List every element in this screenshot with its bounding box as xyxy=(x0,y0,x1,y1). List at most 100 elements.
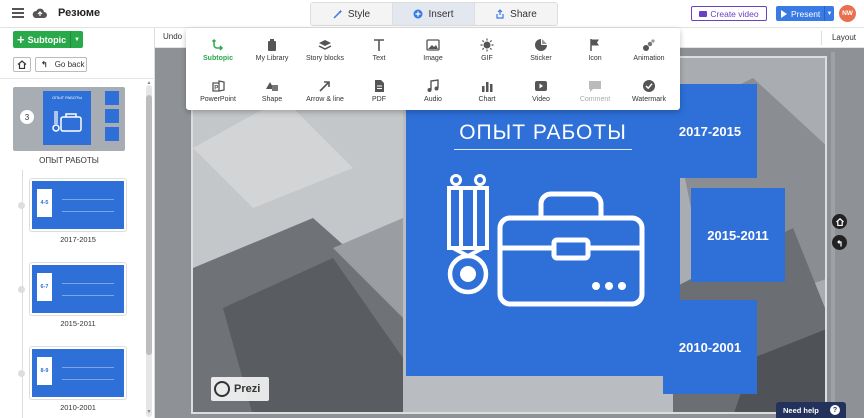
need-help-button[interactable]: Need help ? xyxy=(776,402,846,418)
home-icon xyxy=(17,60,27,69)
back-arrow-icon xyxy=(836,239,842,246)
insert-animation[interactable]: Animation xyxy=(619,30,679,64)
sticker-icon xyxy=(534,37,548,53)
insert-shape[interactable]: Shape xyxy=(242,71,302,105)
insert-item-label: Comment xyxy=(579,96,611,103)
top-bar: Резюме Style Insert Share Create video P… xyxy=(0,0,864,28)
subtopic-label: 2015-2011 xyxy=(60,319,96,328)
chevron-down-icon[interactable]: ▼ xyxy=(70,31,83,48)
play-icon xyxy=(781,9,787,18)
insert-item-label: PDF xyxy=(372,96,386,103)
insert-gif[interactable]: GIF xyxy=(457,30,517,64)
video-camera-icon xyxy=(699,10,708,17)
library-icon xyxy=(266,37,278,53)
sidebar: + Subtopic ▼ ↰ Go back ОПЫТ РАБОТЫ 3 ОПЫ… xyxy=(0,28,155,418)
image-icon xyxy=(426,37,440,53)
subtopic-item[interactable]: 8-9 2010-2001 xyxy=(18,347,126,412)
go-back-label: Go back xyxy=(54,60,85,69)
gif-icon xyxy=(480,37,494,53)
placeholder-line xyxy=(62,379,114,380)
insert-text[interactable]: Text xyxy=(349,30,409,64)
thumbnail-mini-card xyxy=(105,109,119,123)
insert-pdf[interactable]: PDF xyxy=(349,71,409,105)
tab-share[interactable]: Share xyxy=(475,3,557,25)
menu-icon[interactable] xyxy=(12,8,24,18)
insert-image[interactable]: Image xyxy=(403,30,463,64)
subtopic-item[interactable]: 6-7 2015-2011 xyxy=(18,263,126,328)
cloud-icon xyxy=(32,8,47,18)
home-view-button[interactable] xyxy=(832,214,847,229)
thumbnail-mini-card xyxy=(105,91,119,105)
create-video-button[interactable]: Create video xyxy=(691,6,767,21)
thumbnail-card: ОПЫТ РАБОТЫ xyxy=(43,91,91,145)
insert-item-label: Shape xyxy=(261,96,283,103)
title-underline xyxy=(454,149,632,150)
music-icon xyxy=(426,78,440,94)
present-button[interactable]: Present ▼ xyxy=(776,6,834,21)
insert-video[interactable]: Video xyxy=(511,71,571,105)
add-subtopic-button[interactable]: + Subtopic ▼ xyxy=(13,31,83,48)
undo-button[interactable]: Undo xyxy=(163,32,182,41)
document-title[interactable]: Резюме xyxy=(58,7,100,19)
powerpoint-icon: P xyxy=(211,78,225,94)
subtopic-thumbnail[interactable]: 8-9 xyxy=(30,347,126,399)
canvas-title[interactable]: ОПЫТ РАБОТЫ xyxy=(406,121,680,145)
home-button[interactable] xyxy=(13,57,31,72)
insert-watermark[interactable]: Watermark xyxy=(619,71,679,105)
svg-text:P: P xyxy=(214,86,218,92)
medal-icon xyxy=(447,174,489,295)
comment-icon xyxy=(588,78,602,94)
tree-node-dot xyxy=(18,286,25,293)
subtopic-item[interactable]: 4-5 2017-2015 xyxy=(18,179,126,244)
chart-icon xyxy=(480,78,494,94)
insert-sticker[interactable]: Sticker xyxy=(511,30,571,64)
present-label: Present xyxy=(791,8,821,19)
briefcase-icon xyxy=(497,191,645,307)
subtopic-label: 2010-2001 xyxy=(60,403,96,412)
subtopic-icon xyxy=(211,37,225,53)
insert-item-label: Image xyxy=(423,55,443,62)
scroll-down-icon[interactable]: ▼ xyxy=(146,409,152,415)
insert-my-library[interactable]: My Library xyxy=(242,30,302,64)
tab-style[interactable]: Style xyxy=(311,3,393,25)
avatar[interactable]: NW xyxy=(839,5,856,22)
insert-item-label: Text xyxy=(372,55,386,62)
sidebar-scrollbar[interactable] xyxy=(146,85,152,417)
sidebar-divider xyxy=(0,78,155,79)
chevron-down-icon[interactable]: ▼ xyxy=(824,6,834,21)
placeholder-line xyxy=(62,283,114,284)
insert-subtopic[interactable]: Subtopic xyxy=(188,30,248,64)
insert-audio[interactable]: Audio xyxy=(403,71,463,105)
layout-button[interactable]: Layout xyxy=(832,33,856,42)
back-view-button[interactable] xyxy=(832,235,847,250)
prezi-logo-text: Prezi xyxy=(234,383,261,395)
year-card-2015-2011[interactable]: 2015-2011 xyxy=(691,188,785,282)
subtopic-label: 2017-2015 xyxy=(60,235,96,244)
share-icon xyxy=(495,9,505,19)
subtopic-button-label: Subtopic xyxy=(27,34,67,45)
prezi-logo: Prezi xyxy=(211,377,269,401)
video-icon xyxy=(534,78,548,94)
insert-chart[interactable]: Chart xyxy=(457,71,517,105)
insert-item-label: GIF xyxy=(481,55,493,62)
insert-item-label: Arrow & line xyxy=(306,96,344,103)
go-back-button[interactable]: ↰ Go back xyxy=(35,57,87,72)
subtopic-thumbnail[interactable]: 6-7 xyxy=(30,263,126,315)
subtopic-card-number: 4-5 xyxy=(37,189,52,217)
insert-story-blocks[interactable]: Story blocks xyxy=(295,30,355,64)
mode-tabs: Style Insert Share xyxy=(310,2,558,26)
tab-insert-label: Insert xyxy=(428,8,454,20)
scrollbar-thumb[interactable] xyxy=(146,95,152,355)
insert-item-label: Story blocks xyxy=(305,55,345,62)
insert-powerpoint[interactable]: P PowerPoint xyxy=(188,71,248,105)
topic-thumbnail[interactable]: ОПЫТ РАБОТЫ 3 xyxy=(13,87,125,151)
tab-insert[interactable]: Insert xyxy=(393,3,475,25)
year-card-2010-2001[interactable]: 2010-2001 xyxy=(663,300,757,394)
insert-icon[interactable]: Icon xyxy=(565,30,625,64)
thumbnail-title: ОПЫТ РАБОТЫ xyxy=(52,95,82,100)
home-icon xyxy=(835,217,844,226)
insert-arrow-line[interactable]: Arrow & line xyxy=(295,71,355,105)
briefcase-icon xyxy=(52,111,82,132)
create-video-label: Create video xyxy=(710,8,759,19)
subtopic-thumbnail[interactable]: 4-5 xyxy=(30,179,126,231)
